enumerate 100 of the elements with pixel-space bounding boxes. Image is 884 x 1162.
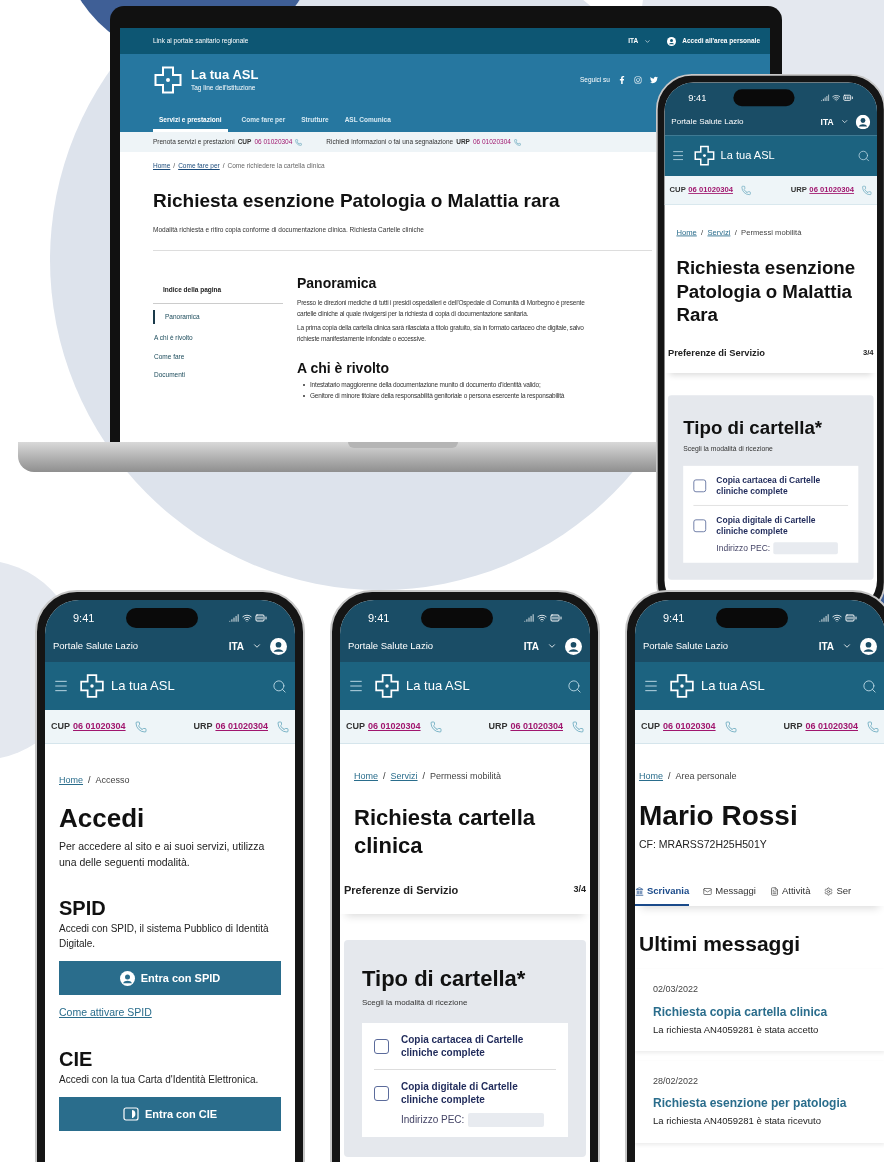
logo-icon — [693, 144, 716, 167]
language-selector[interactable]: ITA — [820, 115, 834, 128]
option-label: Copia cartacea di Cartelle cliniche complete — [716, 474, 822, 497]
site-title[interactable]: La tua ASL — [191, 67, 259, 81]
portal-name: Portale Salute Lazio — [53, 638, 139, 653]
checkbox[interactable] — [693, 518, 707, 532]
camera-island — [733, 89, 795, 107]
card-hint: Scegli la modalità di ricezione — [362, 997, 469, 1009]
status-time: 9:41 — [688, 91, 707, 105]
status-time: 9:41 — [663, 610, 685, 626]
breadcrumb-item[interactable]: Home — [639, 770, 663, 784]
login-button[interactable]: Entra con CIE — [59, 1096, 281, 1131]
document-icon — [769, 886, 779, 896]
breadcrumb-item[interactable]: Servizi — [390, 770, 418, 784]
contact-code: URP — [783, 719, 803, 733]
section-heading: Panoramica — [297, 274, 378, 294]
phone-icon — [134, 720, 147, 733]
breadcrumb-item[interactable]: Permessi mobilità — [430, 770, 502, 784]
breadcrumb-item[interactable]: Area personale — [675, 770, 737, 784]
menu-icon[interactable] — [348, 678, 364, 694]
search-icon[interactable] — [272, 678, 287, 694]
user-icon[interactable] — [270, 637, 287, 655]
breadcrumb-separator: / — [88, 774, 91, 787]
message-card[interactable]: 28/02/2022 Richiesta esenzione per patologia La richiesta AN4059281 è stata ricevuto — [635, 1060, 884, 1143]
user-icon[interactable] — [565, 637, 582, 655]
search-icon[interactable] — [567, 678, 582, 694]
chevron-down-icon[interactable] — [547, 641, 557, 651]
breadcrumb-item[interactable]: Accesso — [95, 774, 130, 788]
user-icon[interactable] — [860, 637, 877, 655]
menu-icon[interactable] — [671, 148, 685, 163]
chevron-down-icon[interactable] — [840, 117, 849, 126]
breadcrumb-separator: / — [383, 770, 386, 783]
phone-icon — [277, 720, 289, 733]
phone-number-link[interactable]: 06 01020304 — [663, 719, 716, 734]
user-icon[interactable] — [667, 36, 677, 46]
profile-tab[interactable]: Ser — [824, 884, 852, 906]
checkbox[interactable] — [374, 1038, 389, 1054]
contact-code: URP — [488, 719, 508, 733]
logo-icon — [669, 673, 695, 699]
page-title: Richiesta esenzione Patologia o Malattia Rara — [675, 255, 857, 327]
breadcrumb-item[interactable]: Home — [59, 774, 83, 788]
phone-number-link[interactable]: 06 01020304 — [368, 719, 421, 734]
language-selector[interactable]: ITA — [228, 638, 244, 654]
status-time: 9:41 — [73, 610, 95, 626]
checkbox[interactable] — [374, 1085, 389, 1101]
battery-icon — [255, 612, 267, 624]
message-card[interactable]: 02/03/2022 Richiesta copia cartella clinica La richiesta AN4059281 è stata accetto — [635, 969, 884, 1051]
method-text: Accedi con la tua Carta d'Identità Elettronica. — [59, 1072, 260, 1087]
battery-icon — [843, 92, 854, 103]
site-title[interactable]: La tua ASL — [111, 676, 175, 696]
chevron-down-icon[interactable] — [644, 37, 652, 45]
contact-code: CUP — [641, 719, 660, 733]
twitter-icon[interactable] — [650, 76, 658, 84]
language-selector[interactable]: ITA — [818, 638, 834, 654]
chevron-down-icon[interactable] — [252, 641, 262, 651]
logo-icon — [374, 673, 400, 699]
message-title[interactable]: Richiesta copia cartella clinica — [653, 1002, 867, 1021]
user-icon[interactable] — [855, 114, 871, 129]
status-time: 9:41 — [368, 610, 390, 626]
checkbox[interactable] — [693, 479, 707, 492]
phone-number-link[interactable]: 06 01020304 — [510, 719, 563, 734]
menu-icon[interactable] — [643, 678, 659, 694]
site-title[interactable]: La tua ASL — [406, 676, 470, 696]
section-heading: A chi è rivolto — [297, 359, 391, 379]
language-selector[interactable]: ITA — [523, 638, 539, 654]
profile-tab[interactable]: Messaggi — [703, 884, 756, 906]
phone-icon — [513, 138, 521, 146]
id-card-icon — [122, 1106, 139, 1121]
help-link[interactable]: Come attivare SPID — [59, 1005, 281, 1021]
menu-icon[interactable] — [53, 678, 69, 694]
method-title: SPID — [59, 896, 107, 921]
option-label: Copia digitale di Cartelle cliniche complete — [716, 514, 817, 537]
bank-icon — [635, 886, 644, 896]
breadcrumb-item[interactable]: Home — [354, 770, 378, 784]
signal-icon — [819, 613, 829, 623]
phone-number-link[interactable]: 06 01020304 — [215, 719, 268, 734]
card-title: Tipo di cartella* — [362, 965, 527, 993]
phone-number-link[interactable]: 06 01020304 — [805, 719, 858, 734]
battery-icon — [845, 612, 857, 624]
message-text: La richiesta AN4059281 è stata accetto — [653, 1022, 820, 1037]
gear-icon — [824, 886, 834, 896]
envelope-icon — [703, 886, 713, 896]
profile-tab[interactable]: Attività — [769, 884, 811, 906]
wifi-icon — [242, 613, 252, 623]
instagram-icon[interactable] — [634, 76, 642, 84]
contact-code: CUP — [346, 719, 365, 733]
chevron-down-icon[interactable] — [842, 641, 852, 651]
facebook-icon[interactable] — [618, 76, 626, 84]
wifi-icon — [832, 613, 842, 623]
breadcrumb-separator: / — [422, 770, 426, 783]
search-icon[interactable] — [862, 678, 877, 694]
portal-name: Portale Salute Lazio — [348, 638, 434, 653]
method-text: Accedi con SPID, il sistema Pubblico di Identità Digitale. — [59, 922, 270, 951]
search-icon[interactable] — [857, 149, 871, 162]
message-title[interactable]: Richiesta esenzione per patologia — [653, 1094, 867, 1113]
site-title[interactable]: La tua ASL — [701, 676, 765, 696]
profile-tab[interactable]: Scrivania — [635, 884, 690, 906]
site-title[interactable]: La tua ASL — [720, 147, 775, 164]
login-button[interactable]: Entra con SPID — [59, 961, 281, 995]
phone-number-link[interactable]: 06 01020304 — [73, 719, 126, 734]
